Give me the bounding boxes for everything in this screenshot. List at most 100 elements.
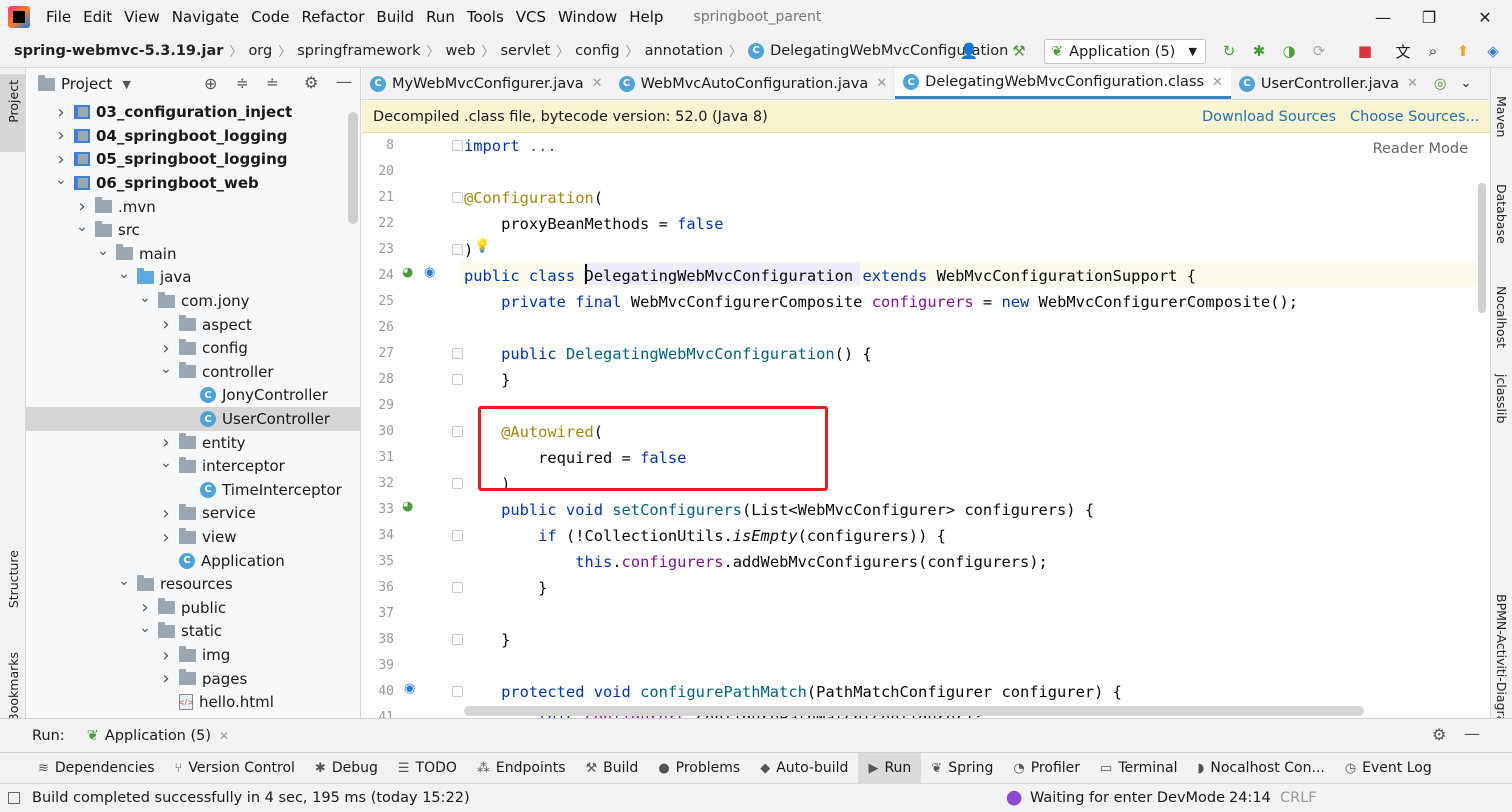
chevron-right-icon[interactable]: › bbox=[138, 597, 152, 618]
profile-icon[interactable]: ⟳ bbox=[1308, 40, 1330, 62]
breadcrumb-item[interactable]: servlet bbox=[501, 43, 551, 59]
chevron-right-icon[interactable]: › bbox=[159, 527, 173, 548]
status-message[interactable]: Build completed successfully in 4 sec, 1… bbox=[32, 790, 470, 806]
chevron-right-icon[interactable]: › bbox=[159, 668, 173, 689]
project-panel-title[interactable]: Project bbox=[61, 75, 112, 93]
tree-item[interactable]: › 04_springboot_logging bbox=[26, 124, 360, 148]
tree-item[interactable]: C UserController bbox=[26, 407, 360, 431]
project-tool-tab[interactable]: Project bbox=[6, 80, 21, 123]
breadcrumb-item[interactable]: annotation bbox=[645, 43, 723, 59]
breadcrumb-item[interactable]: springframework bbox=[297, 43, 420, 59]
bookmarks-tool-tab[interactable]: Bookmarks bbox=[6, 652, 21, 722]
database-tool-tab[interactable]: Database bbox=[1494, 184, 1509, 244]
caret-position[interactable]: 24:14 bbox=[1229, 790, 1271, 806]
tool-window-version-control[interactable]: ⑂ Version Control bbox=[165, 753, 305, 783]
chevron-down-icon[interactable]: ⌄ bbox=[159, 455, 173, 471]
code-line[interactable]: } bbox=[464, 575, 547, 601]
tree-item[interactable]: › pages bbox=[26, 667, 360, 691]
translate-icon[interactable]: 文 bbox=[1392, 40, 1414, 62]
fold-marker-icon[interactable] bbox=[452, 686, 463, 697]
code-line[interactable]: proxyBeanMethods = false bbox=[464, 211, 723, 237]
code-line[interactable]: if (!CollectionUtils.isEmpty(configurers… bbox=[464, 523, 946, 549]
code-line[interactable]: @Configuration( bbox=[464, 185, 603, 211]
menu-navigate[interactable]: Navigate bbox=[166, 8, 245, 26]
tree-item[interactable]: › 03_configuration_inject bbox=[26, 101, 360, 125]
chevron-down-icon[interactable]: ⌄ bbox=[138, 290, 152, 306]
choose-sources-link[interactable]: Choose Sources... bbox=[1350, 109, 1479, 125]
fold-marker-icon[interactable] bbox=[452, 374, 463, 385]
breadcrumb-item[interactable]: config bbox=[575, 43, 619, 59]
tool-window-dependencies[interactable]: ≋ Dependencies bbox=[28, 753, 165, 783]
breadcrumb-item[interactable]: web bbox=[446, 43, 476, 59]
lightbulb-icon[interactable]: 💡 bbox=[474, 239, 490, 254]
menu-tools[interactable]: Tools bbox=[461, 8, 510, 26]
tree-item[interactable]: ⌄ 06_springboot_web bbox=[26, 171, 360, 195]
menu-code[interactable]: Code bbox=[245, 8, 295, 26]
fold-marker-icon[interactable] bbox=[452, 426, 463, 437]
restore-icon[interactable]: ❐ bbox=[1406, 0, 1452, 34]
tool-window-debug[interactable]: ✱ Debug bbox=[305, 753, 388, 783]
tool-window-build[interactable]: ⚒ Build bbox=[576, 753, 649, 783]
tree-item[interactable]: C JonyController bbox=[26, 384, 360, 408]
tree-item[interactable]: › .mvn bbox=[26, 195, 360, 219]
tool-window-auto-build[interactable]: ◆ Auto-build bbox=[750, 753, 858, 783]
fold-marker-icon[interactable] bbox=[452, 634, 463, 645]
menu-help[interactable]: Help bbox=[623, 8, 669, 26]
minimize-icon[interactable]: — bbox=[1360, 0, 1406, 34]
fold-marker-icon[interactable] bbox=[452, 244, 463, 255]
code-line[interactable]: protected void configurePathMatch(PathMa… bbox=[464, 679, 1122, 705]
chevron-down-icon[interactable]: ⌄ bbox=[117, 266, 131, 282]
menu-refactor[interactable]: Refactor bbox=[295, 8, 370, 26]
chevron-right-icon[interactable]: › bbox=[159, 503, 173, 524]
tool-window-endpoints[interactable]: ⁂ Endpoints bbox=[467, 753, 576, 783]
reader-mode-toggle[interactable]: Reader Mode bbox=[1373, 141, 1468, 157]
status-toggle-icon[interactable] bbox=[8, 792, 20, 804]
override-up-icon[interactable]: ◉ bbox=[404, 681, 415, 696]
chevron-down-icon[interactable]: ⌄ bbox=[96, 243, 110, 259]
tree-item[interactable]: ⌄ static bbox=[26, 620, 360, 644]
override-icon[interactable]: ◉ bbox=[424, 265, 435, 280]
user-icon[interactable]: 👤 bbox=[958, 40, 980, 62]
tool-window-event-log[interactable]: ◷ Event Log bbox=[1335, 753, 1442, 783]
tool-window-profiler[interactable]: ◔ Profiler bbox=[1003, 753, 1090, 783]
tree-item[interactable]: › 05_springboot_logging bbox=[26, 148, 360, 172]
chevron-down-icon[interactable]: ⌄ bbox=[54, 172, 68, 188]
code-line[interactable]: } bbox=[464, 627, 510, 653]
menu-view[interactable]: View bbox=[118, 8, 166, 26]
fold-marker-icon[interactable] bbox=[452, 140, 463, 151]
menu-window[interactable]: Window bbox=[552, 8, 623, 26]
tool-window-problems[interactable]: ● Problems bbox=[648, 753, 750, 783]
stop-icon[interactable]: ■ bbox=[1354, 40, 1376, 62]
close-icon[interactable]: ✕ bbox=[219, 729, 229, 743]
code-line[interactable]: } bbox=[464, 367, 510, 393]
fold-marker-icon[interactable] bbox=[452, 192, 463, 203]
chevron-down-icon[interactable]: ⌄ bbox=[117, 573, 131, 589]
tab-delegatingwebmvcconfiguration[interactable]: C DelegatingWebMvcConfiguration.class ✕ bbox=[895, 68, 1231, 99]
code-line[interactable]: public DelegatingWebMvcConfiguration() { bbox=[464, 341, 872, 367]
tree-item[interactable]: ⌄ resources bbox=[26, 573, 360, 597]
hide-panel-icon[interactable]: — bbox=[1464, 724, 1480, 743]
chevron-down-icon[interactable]: ⌄ bbox=[1461, 76, 1472, 91]
chevron-right-icon[interactable]: › bbox=[159, 645, 173, 666]
chevron-down-icon[interactable]: ⌄ bbox=[75, 219, 89, 235]
breadcrumb-item[interactable]: spring-webmvc-5.3.19.jar bbox=[14, 43, 223, 59]
chevron-down-icon[interactable]: ▼ bbox=[122, 78, 130, 91]
menu-vcs[interactable]: VCS bbox=[510, 8, 552, 26]
fold-marker-icon[interactable] bbox=[452, 582, 463, 593]
tree-scrollbar[interactable] bbox=[348, 112, 358, 224]
chevron-down-icon[interactable]: ⌄ bbox=[138, 620, 152, 636]
gear-icon[interactable]: ⚙ bbox=[304, 73, 318, 92]
chevron-right-icon[interactable]: › bbox=[159, 338, 173, 359]
code-line[interactable]: public class DelegatingWebMvcConfigurati… bbox=[464, 263, 1196, 289]
tab-mywebmvcconfigurer[interactable]: C MyWebMvcConfigurer.java ✕ bbox=[362, 68, 611, 99]
tree-item[interactable]: ⌄ interceptor bbox=[26, 455, 360, 479]
code-line[interactable]: import ... bbox=[464, 133, 557, 159]
hide-panel-icon[interactable]: — bbox=[336, 72, 352, 91]
close-icon[interactable]: ✕ bbox=[1212, 75, 1223, 90]
debug-icon[interactable]: ✱ bbox=[1248, 40, 1270, 62]
code-line[interactable]: ) bbox=[464, 237, 473, 263]
tree-item[interactable]: ⌄ controller bbox=[26, 360, 360, 384]
bpmn-tool-tab[interactable]: BPMN-Activiti-Diagram bbox=[1494, 594, 1509, 736]
tree-item[interactable]: C TimeInterceptor bbox=[26, 478, 360, 502]
tree-item[interactable]: ⌄ java bbox=[26, 266, 360, 290]
